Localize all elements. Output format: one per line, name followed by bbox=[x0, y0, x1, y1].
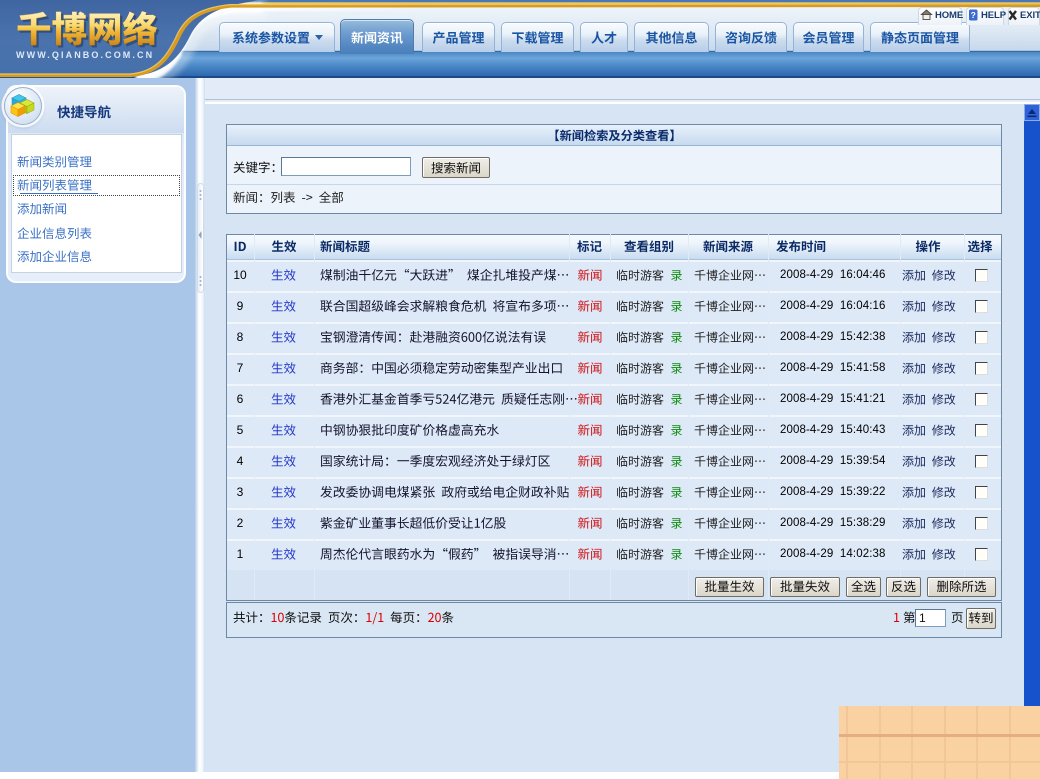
svg-text:?: ? bbox=[971, 10, 976, 20]
